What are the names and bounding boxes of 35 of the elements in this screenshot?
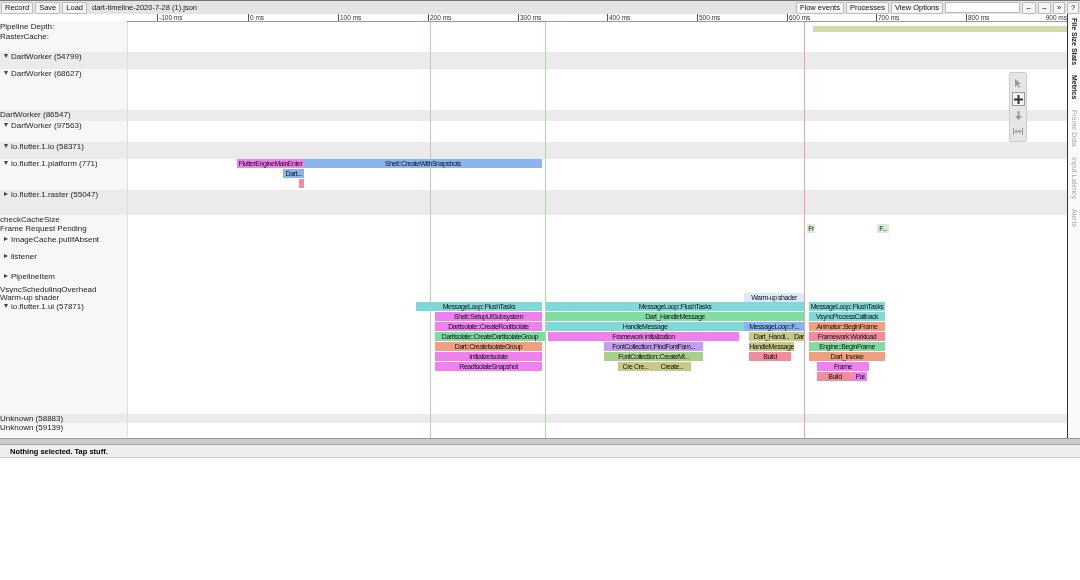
track-label: VsyncSchedulingOverhead: [0, 285, 97, 293]
track-label: DartWorker (54799): [11, 52, 82, 61]
collapse-arrow-icon[interactable]: [4, 123, 8, 127]
range-icon: [1013, 127, 1023, 135]
track-label: io.flutter.1.raster (55047): [11, 190, 99, 199]
track-label: ImageCache.putIfAbsent: [11, 235, 100, 244]
collapse-arrow-icon[interactable]: [4, 71, 8, 75]
track-label: io.flutter.1.ui (57871): [11, 302, 84, 311]
expand-arrow-icon[interactable]: [4, 192, 8, 196]
pointer-icon: [1014, 78, 1022, 88]
track-label: io.flutter.1.platform (771): [11, 159, 98, 168]
collapse-arrow-icon[interactable]: [4, 54, 8, 58]
search-field[interactable]: [945, 2, 1020, 13]
expand-arrow-icon[interactable]: [4, 237, 8, 241]
track-label: DartWorker (97563): [11, 121, 82, 130]
track-label: Unknown (59139): [0, 423, 64, 432]
collapse-arrow-icon[interactable]: [4, 144, 8, 148]
track-label: Pipeline Depth:: [0, 22, 55, 31]
track-label: Unknown (58883): [0, 414, 64, 423]
track-label: Warm-up shader: [0, 293, 60, 302]
track-label: listener: [11, 252, 37, 261]
expand-arrow-icon[interactable]: [4, 254, 8, 258]
track-label: io.flutter.1.io (58371): [11, 142, 84, 151]
down-arrow-icon: [1014, 110, 1022, 120]
plus-icon: [1013, 94, 1023, 104]
track-label: PipelineItem: [11, 272, 56, 281]
collapse-arrow-icon[interactable]: [4, 161, 8, 165]
track-label: DartWorker (86547): [0, 110, 71, 119]
track-label: RasterCache:: [0, 32, 49, 41]
track-label: Frame Request Pending: [0, 224, 87, 233]
zoom-tool-button[interactable]: [1011, 92, 1025, 106]
track-label: DartWorker (68627): [11, 69, 82, 78]
track-label: checkCacheSize: [0, 215, 60, 224]
collapse-arrow-icon[interactable]: [4, 304, 8, 308]
expand-arrow-icon[interactable]: [4, 274, 8, 278]
